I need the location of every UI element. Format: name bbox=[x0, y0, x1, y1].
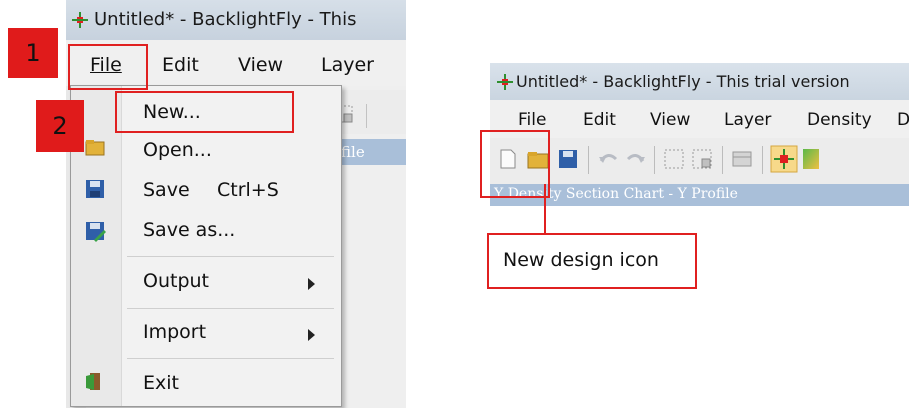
menu-separator bbox=[127, 256, 334, 257]
new-design-callout: New design icon bbox=[487, 233, 697, 289]
menu-separator bbox=[127, 308, 334, 309]
app-icon bbox=[72, 12, 88, 28]
callout-connector bbox=[544, 184, 546, 234]
undo-icon[interactable] bbox=[596, 147, 620, 171]
file-dropdown-menu: New... Open... Save Ctrl+S Save as... Ou… bbox=[70, 85, 342, 407]
toolbar-separator bbox=[722, 146, 723, 174]
save-icon bbox=[86, 180, 104, 198]
right-window-title: Untitled* - BacklightFly - This trial ve… bbox=[516, 72, 850, 91]
step-1-label: 1 bbox=[8, 28, 58, 78]
right-toolbar bbox=[490, 138, 909, 185]
crosshair-tool-icon[interactable] bbox=[770, 145, 798, 173]
toolbar-separator bbox=[654, 146, 655, 174]
file-menu-highlight bbox=[68, 44, 148, 90]
right-menubar: File Edit View Layer Density D bbox=[490, 100, 909, 138]
menu-layer[interactable]: Layer bbox=[321, 54, 374, 76]
menu-item-exit[interactable]: Exit bbox=[143, 372, 179, 394]
gradient-map-icon[interactable] bbox=[802, 147, 826, 171]
new-icon-highlight bbox=[480, 130, 550, 198]
menu-file[interactable]: File bbox=[518, 110, 546, 130]
right-window-titlebar: Untitled* - BacklightFly - This trial ve… bbox=[490, 63, 909, 101]
toolbar-separator bbox=[762, 146, 763, 174]
menu-item-save[interactable]: Save bbox=[143, 179, 190, 201]
submenu-arrow-icon bbox=[308, 278, 315, 290]
menu-more-partial: D bbox=[897, 110, 909, 130]
menu-item-save-as[interactable]: Save as... bbox=[143, 219, 235, 241]
menu-item-import[interactable]: Import bbox=[143, 321, 206, 343]
left-window-titlebar: Untitled* - BacklightFly - This bbox=[66, 0, 406, 41]
menu-layer[interactable]: Layer bbox=[724, 110, 771, 130]
left-window-title: Untitled* - BacklightFly - This bbox=[94, 9, 357, 30]
table-icon[interactable] bbox=[730, 147, 754, 171]
menu-item-open[interactable]: Open... bbox=[143, 139, 212, 161]
new-item-highlight bbox=[115, 91, 294, 133]
save-as-icon bbox=[86, 222, 106, 242]
save-shortcut: Ctrl+S bbox=[217, 179, 279, 201]
submenu-arrow-icon bbox=[308, 329, 315, 341]
save-icon[interactable] bbox=[556, 147, 580, 171]
menu-edit[interactable]: Edit bbox=[583, 110, 616, 130]
exit-door-icon bbox=[86, 373, 100, 390]
menu-view[interactable]: View bbox=[238, 54, 283, 76]
toolbar-separator bbox=[588, 146, 589, 174]
menu-separator bbox=[127, 358, 334, 359]
menu-view[interactable]: View bbox=[650, 110, 690, 130]
step-2-label: 2 bbox=[36, 100, 84, 152]
select-region-icon[interactable] bbox=[662, 147, 686, 171]
callout-text: New design icon bbox=[503, 249, 659, 271]
app-icon bbox=[497, 74, 513, 90]
close-doc-icon[interactable] bbox=[690, 147, 714, 171]
open-folder-icon bbox=[85, 140, 105, 156]
toolbar-separator bbox=[366, 104, 367, 128]
menu-item-output[interactable]: Output bbox=[143, 270, 209, 292]
redo-icon[interactable] bbox=[624, 147, 648, 171]
section-chart-title-bar: Y Density Section Chart - Y Profile bbox=[490, 184, 909, 206]
menu-density[interactable]: Density bbox=[807, 110, 872, 130]
menu-edit[interactable]: Edit bbox=[162, 54, 199, 76]
